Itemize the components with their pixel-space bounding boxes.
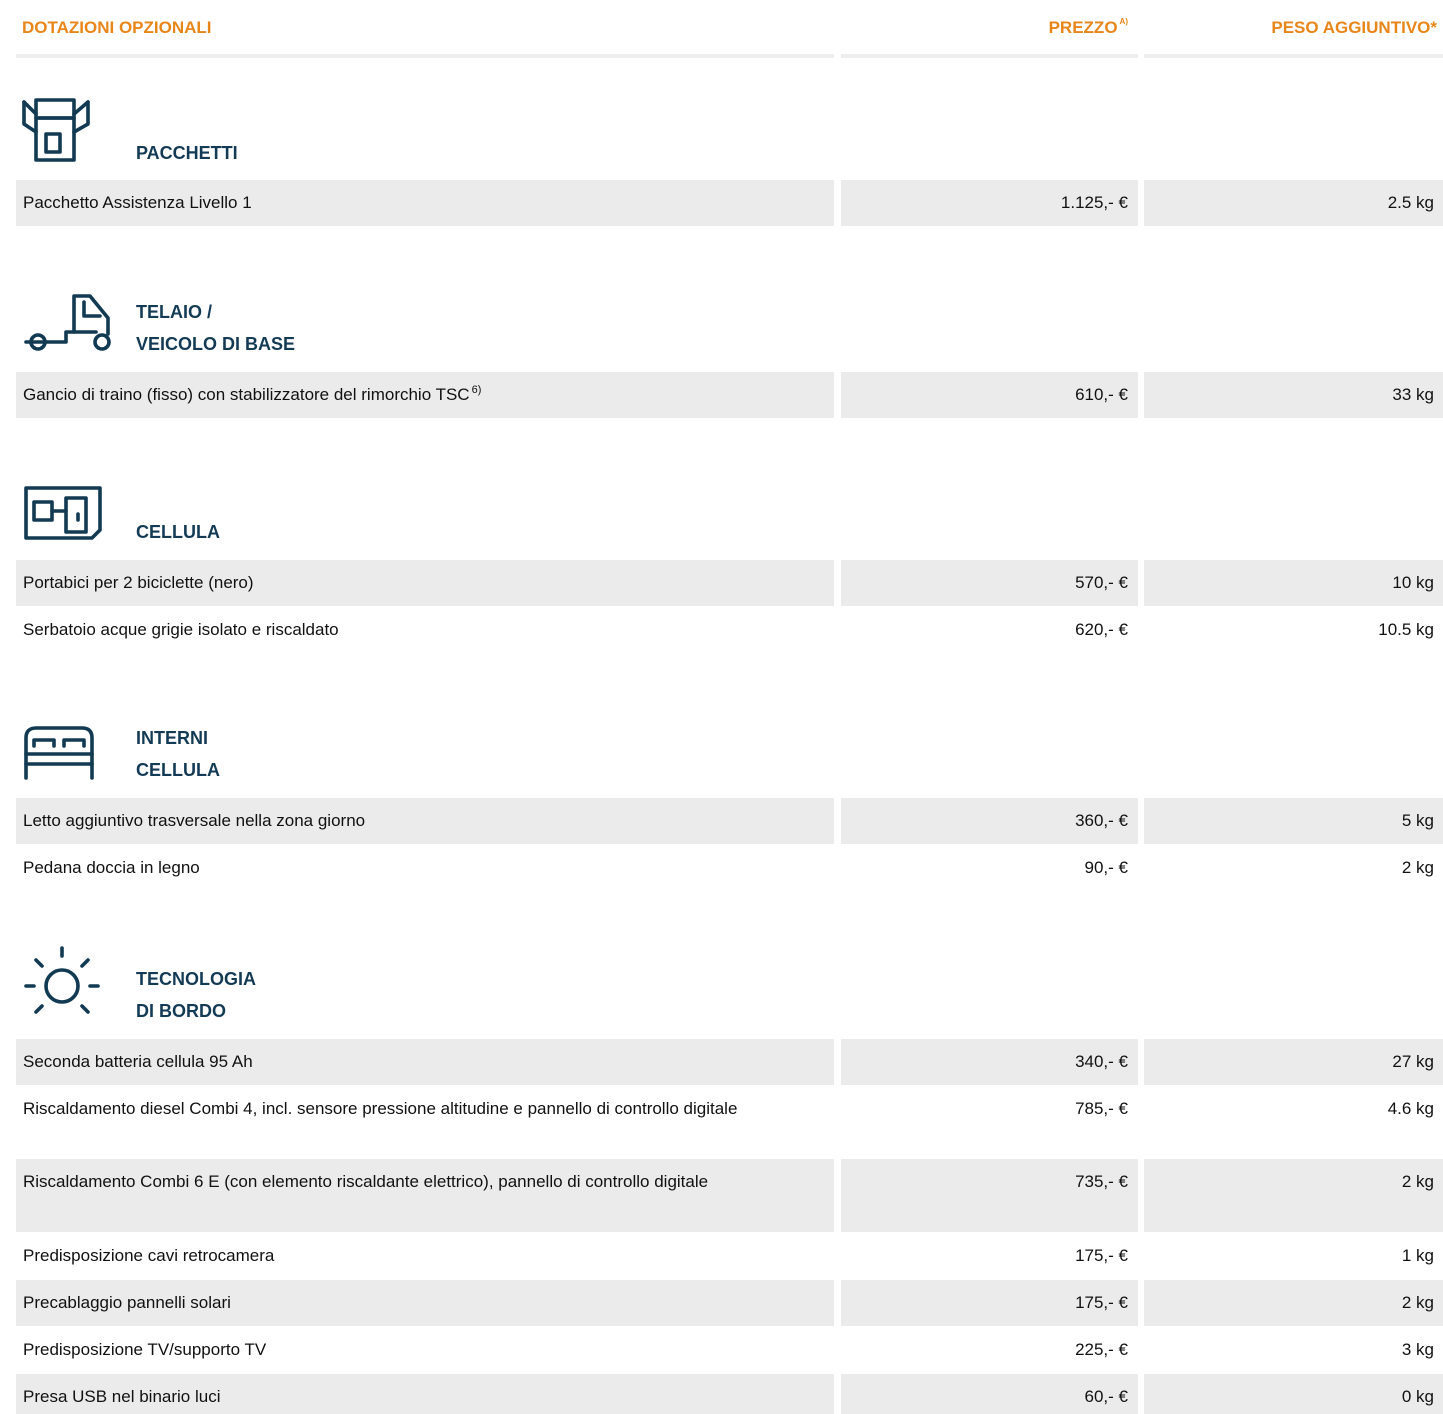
option-price: 90,- € [1084, 858, 1128, 877]
option-weight: 3 kg [1401, 1340, 1434, 1359]
option-price: 360,- € [841, 798, 1138, 844]
header-divider [16, 54, 834, 58]
section-title-tecnologia: TECNOLOGIA DI BORDO [136, 963, 256, 1027]
option-weight: 10.5 kg [1378, 620, 1434, 639]
option-price: 340,- € [841, 1039, 1138, 1085]
option-weight: 1 kg [1401, 1246, 1434, 1265]
option-price: 60,- € [841, 1374, 1138, 1414]
table-row: Riscaldamento Combi 6 E (con elemento ri… [0, 1159, 1443, 1232]
option-weight: 2.5 kg [1144, 180, 1443, 226]
section-title-line: CELLULA [136, 522, 220, 542]
bed-icon [22, 724, 96, 782]
option-weight: 0 kg [1144, 1374, 1443, 1414]
option-weight: 10 kg [1144, 560, 1443, 606]
section-title-line: CELLULA [136, 760, 220, 780]
option-price: 175,- € [1075, 1246, 1128, 1265]
option-name: Presa USB nel binario luci [16, 1374, 834, 1414]
section-title-telaio: TELAIO / VEICOLO DI BASE [136, 296, 295, 360]
option-price: 610,- € [841, 372, 1138, 418]
option-price: 175,- € [841, 1280, 1138, 1326]
option-price: 735,- € [841, 1159, 1138, 1232]
option-name: Riscaldamento diesel Combi 4, incl. sens… [23, 1099, 738, 1118]
section-title-line: DI BORDO [136, 1001, 226, 1021]
option-price: 1.125,- € [841, 180, 1138, 226]
option-weight: 4.6 kg [1387, 1099, 1434, 1118]
option-name: Pedana doccia in legno [23, 858, 200, 877]
option-name: Gancio di traino (fisso) con stabilizzat… [16, 372, 834, 418]
column-header-weight: PESO AGGIUNTIVO* [1271, 18, 1437, 37]
table-row: Pacchetto Assistenza Livello 1 1.125,- €… [0, 180, 1443, 226]
section-title-line: INTERNI [136, 728, 208, 748]
option-name: Letto aggiuntivo trasversale nella zona … [16, 798, 834, 844]
header-divider [1144, 54, 1443, 58]
table-row: Riscaldamento diesel Combi 4, incl. sens… [0, 1086, 1443, 1158]
table-row: Serbatoio acque grigie isolato e riscald… [0, 607, 1443, 653]
column-header-options: DOTAZIONI OPZIONALI [22, 18, 212, 37]
option-weight: 2 kg [1144, 1280, 1443, 1326]
option-weight: 27 kg [1144, 1039, 1443, 1085]
table-row: Seconda batteria cellula 95 Ah 340,- € 2… [0, 1039, 1443, 1085]
option-name: Serbatoio acque grigie isolato e riscald… [23, 620, 339, 639]
section-title-line: VEICOLO DI BASE [136, 334, 296, 354]
table-row: Precablaggio pannelli solari 175,- € 2 k… [0, 1280, 1443, 1326]
option-price: 785,- € [1075, 1099, 1128, 1118]
price-header-footnote: A) [1119, 17, 1128, 26]
price-header-label: PREZZO [1048, 18, 1118, 37]
option-weight: 5 kg [1144, 798, 1443, 844]
table-row: Presa USB nel binario luci 60,- € 0 kg [0, 1374, 1443, 1414]
section-title-line: TELAIO / [136, 302, 212, 322]
sun-icon [22, 944, 106, 1020]
table-row: Letto aggiuntivo trasversale nella zona … [0, 798, 1443, 844]
box-icon [22, 98, 90, 164]
section-title-cellula: CELLULA [136, 516, 220, 548]
option-price: 225,- € [1075, 1340, 1128, 1359]
section-title-interni: INTERNI CELLULA [136, 722, 220, 786]
table-row: Portabici per 2 biciclette (nero) 570,- … [0, 560, 1443, 606]
option-footnote: 6) [471, 384, 482, 396]
option-weight: 2 kg [1401, 858, 1434, 877]
option-name: Predisposizione cavi retrocamera [23, 1246, 275, 1265]
section-title-line: TECNOLOGIA [136, 969, 256, 989]
table-row: Pedana doccia in legno 90,- € 2 kg [0, 845, 1443, 891]
section-title-pacchetti: PACCHETTI [136, 137, 238, 169]
option-name: Seconda batteria cellula 95 Ah [16, 1039, 834, 1085]
option-name: Predisposizione TV/supporto TV [23, 1340, 267, 1359]
truck-chassis-icon [22, 292, 114, 354]
option-name: Portabici per 2 biciclette (nero) [16, 560, 834, 606]
option-price: 620,- € [1075, 620, 1128, 639]
caravan-body-icon [22, 484, 104, 542]
option-name-text: Gancio di traino (fisso) con stabilizzat… [23, 385, 470, 404]
option-name: Pacchetto Assistenza Livello 1 [16, 180, 834, 226]
table-row: Gancio di traino (fisso) con stabilizzat… [0, 372, 1443, 418]
option-weight: 2 kg [1144, 1159, 1443, 1232]
table-row: Predisposizione TV/supporto TV 225,- € 3… [0, 1327, 1443, 1373]
option-name: Precablaggio pannelli solari [16, 1280, 834, 1326]
section-title-line: PACCHETTI [136, 143, 238, 163]
option-price: 570,- € [841, 560, 1138, 606]
option-weight: 33 kg [1144, 372, 1443, 418]
column-header-price: PREZZO A) [1048, 17, 1128, 38]
table-row: Predisposizione cavi retrocamera 175,- €… [0, 1233, 1443, 1279]
header-divider [841, 54, 1138, 58]
option-name: Riscaldamento Combi 6 E (con elemento ri… [16, 1159, 834, 1232]
